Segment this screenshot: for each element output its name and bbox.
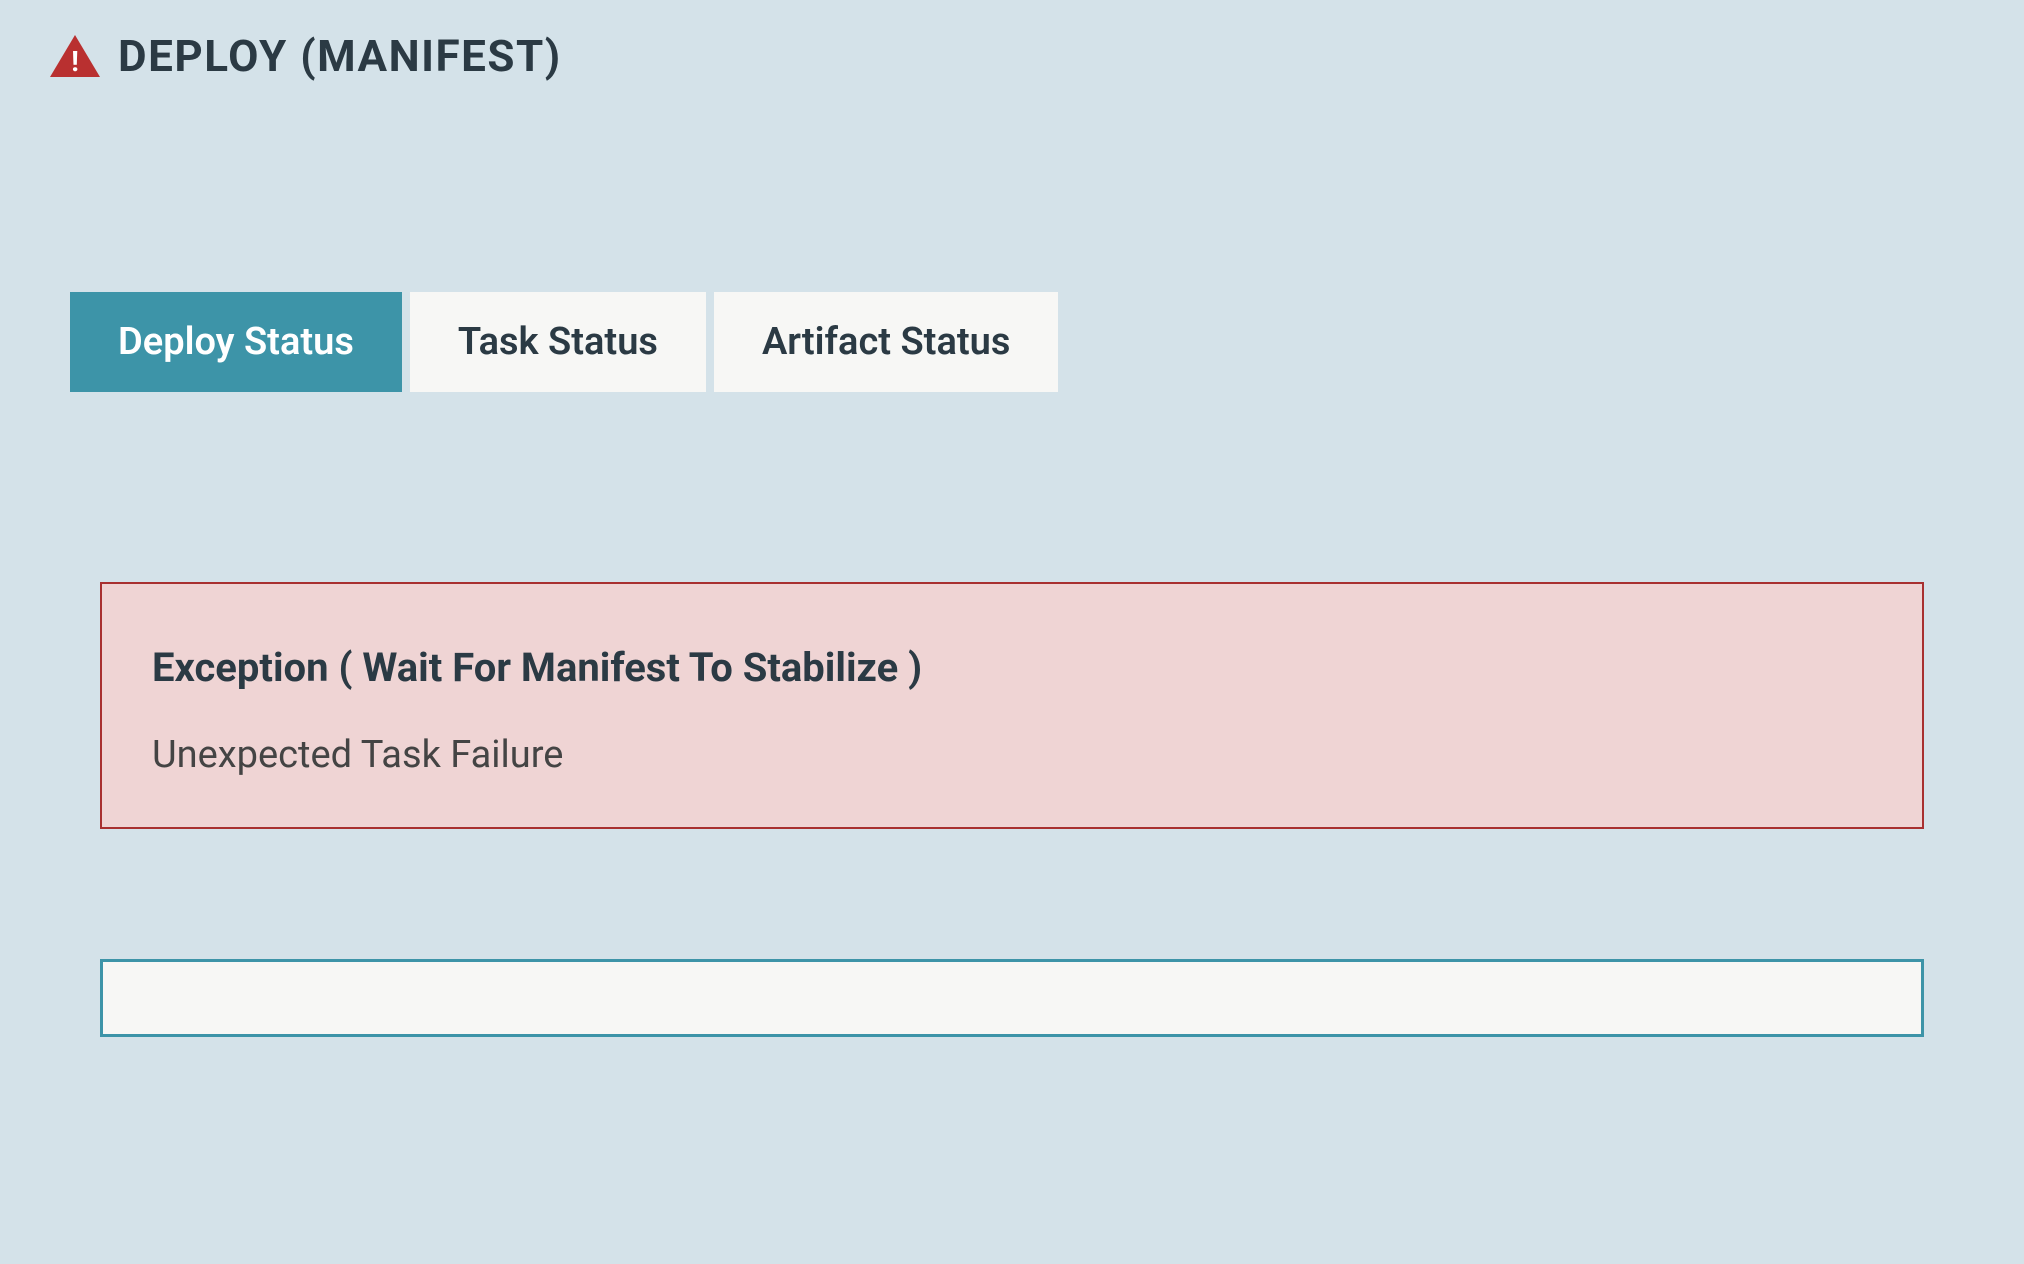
tab-deploy-status[interactable]: Deploy Status bbox=[70, 292, 402, 392]
tabs-container: Deploy Status Task Status Artifact Statu… bbox=[70, 292, 1974, 392]
error-title: Exception ( Wait For Manifest To Stabili… bbox=[152, 644, 1872, 691]
page-title: DEPLOY (MANIFEST) bbox=[118, 30, 562, 82]
warning-triangle-icon bbox=[50, 35, 100, 77]
tab-artifact-status[interactable]: Artifact Status bbox=[714, 292, 1058, 392]
error-panel: Exception ( Wait For Manifest To Stabili… bbox=[100, 582, 1924, 829]
input-panel[interactable] bbox=[100, 959, 1924, 1037]
tab-task-status[interactable]: Task Status bbox=[410, 292, 706, 392]
error-message: Unexpected Task Failure bbox=[152, 733, 1872, 777]
page-header: DEPLOY (MANIFEST) bbox=[50, 30, 1974, 82]
